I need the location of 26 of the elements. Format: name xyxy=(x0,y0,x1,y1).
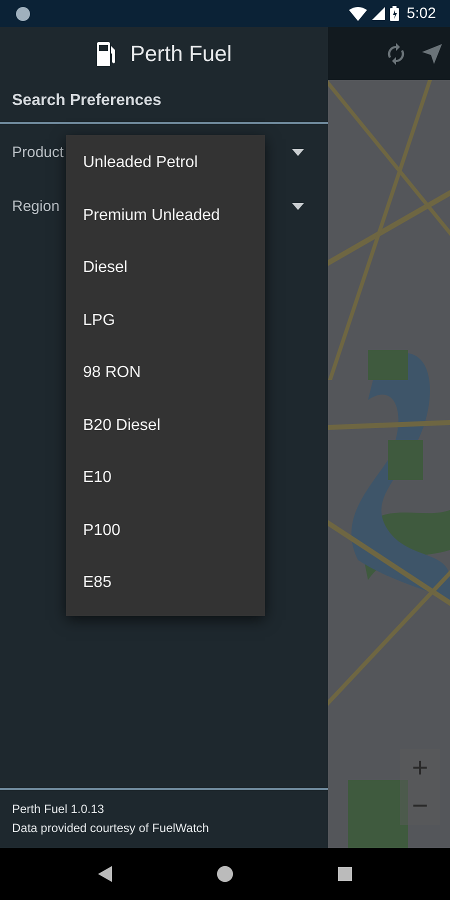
dropdown-caret-icon[interactable] xyxy=(292,202,304,210)
signal-icon xyxy=(372,7,385,20)
navigate-icon[interactable] xyxy=(422,44,442,64)
menu-item[interactable]: Diesel xyxy=(66,242,265,294)
menu-item[interactable]: P100 xyxy=(66,504,265,557)
battery-icon xyxy=(390,6,399,21)
menu-item[interactable]: 98 RON xyxy=(66,347,265,400)
app-title: Perth Fuel xyxy=(130,40,232,66)
field-label: Region xyxy=(12,198,60,214)
dropdown-caret-icon[interactable] xyxy=(292,148,304,156)
menu-item[interactable]: Premium Unleaded xyxy=(66,190,265,242)
menu-item[interactable]: B20 Diesel xyxy=(66,400,265,452)
clock: 5:02 xyxy=(406,5,436,22)
back-icon[interactable] xyxy=(98,866,112,882)
menu-item[interactable]: E10 xyxy=(66,452,265,504)
field-label: Product xyxy=(12,144,64,160)
footer-text: Data provided courtesy of FuelWatch xyxy=(12,821,210,835)
home-icon[interactable] xyxy=(217,866,233,882)
menu-item[interactable]: Unleaded Petrol xyxy=(66,137,265,190)
refresh-icon[interactable] xyxy=(386,42,406,64)
menu-item[interactable]: LPG xyxy=(66,294,265,347)
notification-icon xyxy=(16,6,30,20)
section-heading: Search Preferences xyxy=(11,91,162,111)
wifi-icon xyxy=(348,6,367,20)
menu-item[interactable]: E85 xyxy=(66,557,265,610)
footer-text: Perth Fuel 1.0.13 xyxy=(12,802,106,816)
